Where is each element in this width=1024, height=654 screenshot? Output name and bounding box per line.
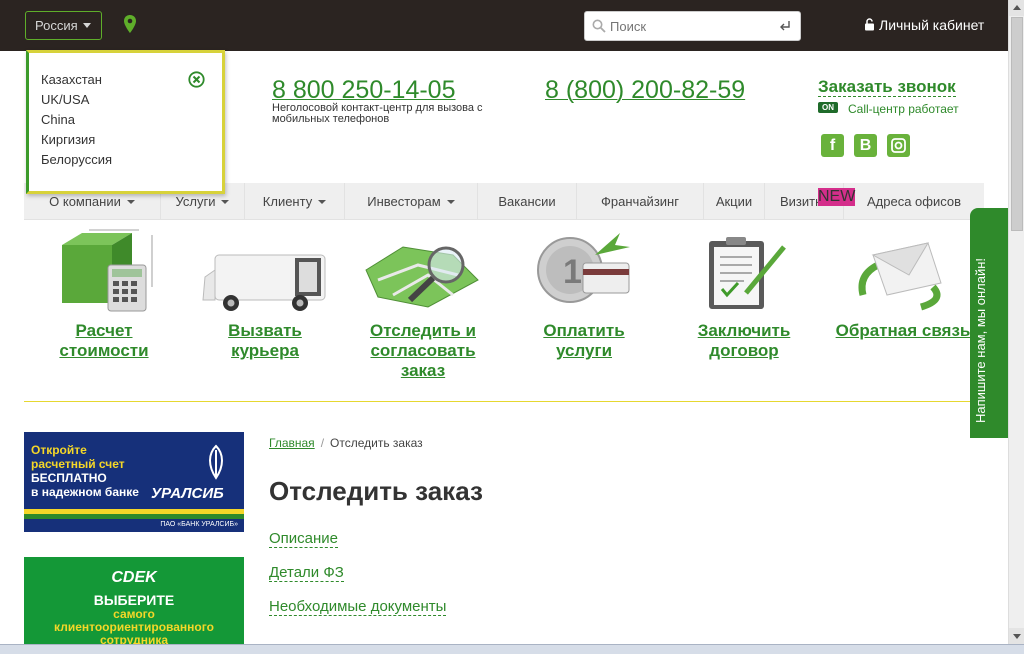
service-label: Расчет стоимости <box>59 321 149 360</box>
nav-item-vacancies[interactable]: Вакансии <box>478 183 577 220</box>
country-dropdown: Казахстан UK/USA China Киргизия Белорусс… <box>26 50 225 194</box>
nav-item-investors[interactable]: Инвесторам <box>345 183 478 220</box>
facebook-icon[interactable]: f <box>821 134 844 157</box>
scroll-up-button[interactable] <box>1009 0 1024 16</box>
banner-line: ВЫБЕРИТЕ <box>93 592 175 608</box>
phone-number-main[interactable]: 8 800 250-14-05 <box>272 76 455 105</box>
banner-line: Откройте <box>31 443 87 457</box>
lock-icon <box>865 18 874 31</box>
online-chat-tab[interactable]: Напишите нам, мы онлайн! <box>970 208 1008 438</box>
box-calculator-icon <box>62 229 153 312</box>
map-magnifier-icon <box>365 246 479 308</box>
uralsib-logo-icon <box>209 444 223 480</box>
nav-label: Клиенту <box>262 194 313 209</box>
country-option-kazakhstan[interactable]: Казахстан <box>41 70 112 90</box>
nav-item-offices[interactable]: Адреса офисов <box>844 183 984 220</box>
banner-line: сотрудника <box>99 633 169 645</box>
enter-icon[interactable] <box>779 20 791 32</box>
vertical-scrollbar[interactable] <box>1008 0 1024 644</box>
link-required-documents[interactable]: Необходимые документы <box>269 598 447 616</box>
search-icon <box>592 19 606 33</box>
phone-number-secondary[interactable]: 8 (800) 200-82-59 <box>545 76 745 105</box>
breadcrumb-separator: / <box>320 436 325 450</box>
nav-item-promotions[interactable]: Акции <box>704 183 765 220</box>
nav-label: О компании <box>49 194 121 209</box>
country-label: Россия <box>35 18 78 33</box>
svg-text:1: 1 <box>563 253 582 291</box>
nav-label: Услуги <box>175 194 216 209</box>
service-calc-cost[interactable]: Расчет стоимости <box>44 225 164 361</box>
uralsib-legal: ПАО «БАНК УРАЛСИБ» <box>160 521 238 528</box>
chat-tab-label: Напишите нам, мы онлайн! <box>973 257 988 423</box>
country-option-uk-usa[interactable]: UK/USA <box>41 90 112 110</box>
instagram-glyph <box>891 138 906 153</box>
banner-stripe <box>24 514 244 519</box>
uralsib-banner[interactable]: Откройте расчетный счет БЕСПЛАТНО в наде… <box>24 432 244 532</box>
service-sign-contract[interactable]: Заключить договор <box>684 225 804 361</box>
page: Россия Личный кабинет Казахс <box>0 0 1008 644</box>
country-list: Казахстан UK/USA China Киргизия Белорусс… <box>41 70 112 170</box>
service-label: Вызвать курьера <box>228 321 302 360</box>
nav-item-client[interactable]: Клиенту <box>245 183 345 220</box>
nav-label: Франчайзинг <box>601 194 679 209</box>
instagram-icon[interactable] <box>887 134 910 157</box>
banner-line: расчетный счет <box>31 457 125 471</box>
country-option-china[interactable]: China <box>41 110 112 130</box>
nav-label: Адреса офисов <box>866 194 962 209</box>
scroll-down-button[interactable] <box>1009 628 1024 644</box>
van-icon <box>202 254 326 311</box>
caret-down-icon <box>446 200 455 204</box>
search-box[interactable] <box>584 11 801 41</box>
caret-down-icon <box>318 200 327 204</box>
page-title: Отследить заказ <box>269 476 483 506</box>
close-icon[interactable] <box>188 71 205 88</box>
search-input[interactable] <box>610 17 770 35</box>
caret-down-icon <box>221 200 230 204</box>
nav-label: Акции <box>715 194 753 209</box>
breadcrumb: Главная / Отследить заказ <box>269 436 423 450</box>
link-description[interactable]: Описание <box>269 530 339 548</box>
country-option-belarus[interactable]: Белоруссия <box>41 150 112 170</box>
uralsib-banner-text: Откройте расчетный счет БЕСПЛАТНО в наде… <box>31 443 139 499</box>
service-track-order[interactable]: Отследить и согласовать заказ <box>358 225 488 381</box>
cdek-banner[interactable]: CDEK ВЫБЕРИТЕ самого клиентоориентирован… <box>24 557 244 644</box>
divider <box>24 401 1008 402</box>
top-bar: Россия Личный кабинет <box>0 0 1008 51</box>
map-pin-icon[interactable] <box>123 15 137 33</box>
nav-label: Инвесторам <box>367 194 441 209</box>
caret-down-icon <box>82 23 91 28</box>
personal-cabinet-link[interactable]: Личный кабинет <box>864 17 984 33</box>
country-option-kyrgyzstan[interactable]: Киргизия <box>41 130 112 150</box>
banner-line: в надежном банке <box>31 485 139 499</box>
service-label: Обратная связь <box>835 321 971 340</box>
cdek-logo: CDEK <box>111 569 157 586</box>
phone-note: Неголосовой контакт-центр для вызова с м… <box>272 102 483 125</box>
vk-icon[interactable]: B <box>854 134 877 157</box>
cabinet-label: Личный кабинет <box>879 17 985 33</box>
os-taskbar <box>0 644 1024 654</box>
service-label: Оплатить услуги <box>543 321 625 360</box>
service-pay[interactable]: 1 Оплатить услуги <box>525 225 643 361</box>
new-badge: NEW <box>818 188 856 206</box>
coin-card-icon: 1 <box>537 233 630 303</box>
nav-label: Вакансии <box>498 194 556 209</box>
banner-line: БЕСПЛАТНО <box>31 471 107 485</box>
caret-down-icon <box>126 200 135 204</box>
breadcrumb-current: Отследить заказ <box>330 436 423 450</box>
service-label: Отследить и согласовать заказ <box>369 321 476 380</box>
clipboard-pen-icon <box>709 237 786 309</box>
breadcrumb-home-link[interactable]: Главная <box>269 436 315 450</box>
callcenter-status: Call-центр работает <box>848 102 959 116</box>
service-label: Заключить договор <box>697 321 791 360</box>
service-feedback[interactable]: Обратная связь <box>833 225 973 341</box>
online-badge: ON <box>818 102 838 113</box>
country-select-button[interactable]: Россия <box>25 11 102 40</box>
link-fz-details[interactable]: Детали ФЗ <box>269 564 344 582</box>
uralsib-brand: УРАЛСИБ <box>151 485 224 502</box>
nav-item-franchising[interactable]: Франчайзинг <box>577 183 704 220</box>
request-callback-link[interactable]: Заказать звонок <box>818 77 956 97</box>
scroll-thumb[interactable] <box>1011 17 1023 231</box>
envelope-icon <box>858 242 942 311</box>
service-call-courier[interactable]: Вызвать курьера <box>195 225 335 361</box>
